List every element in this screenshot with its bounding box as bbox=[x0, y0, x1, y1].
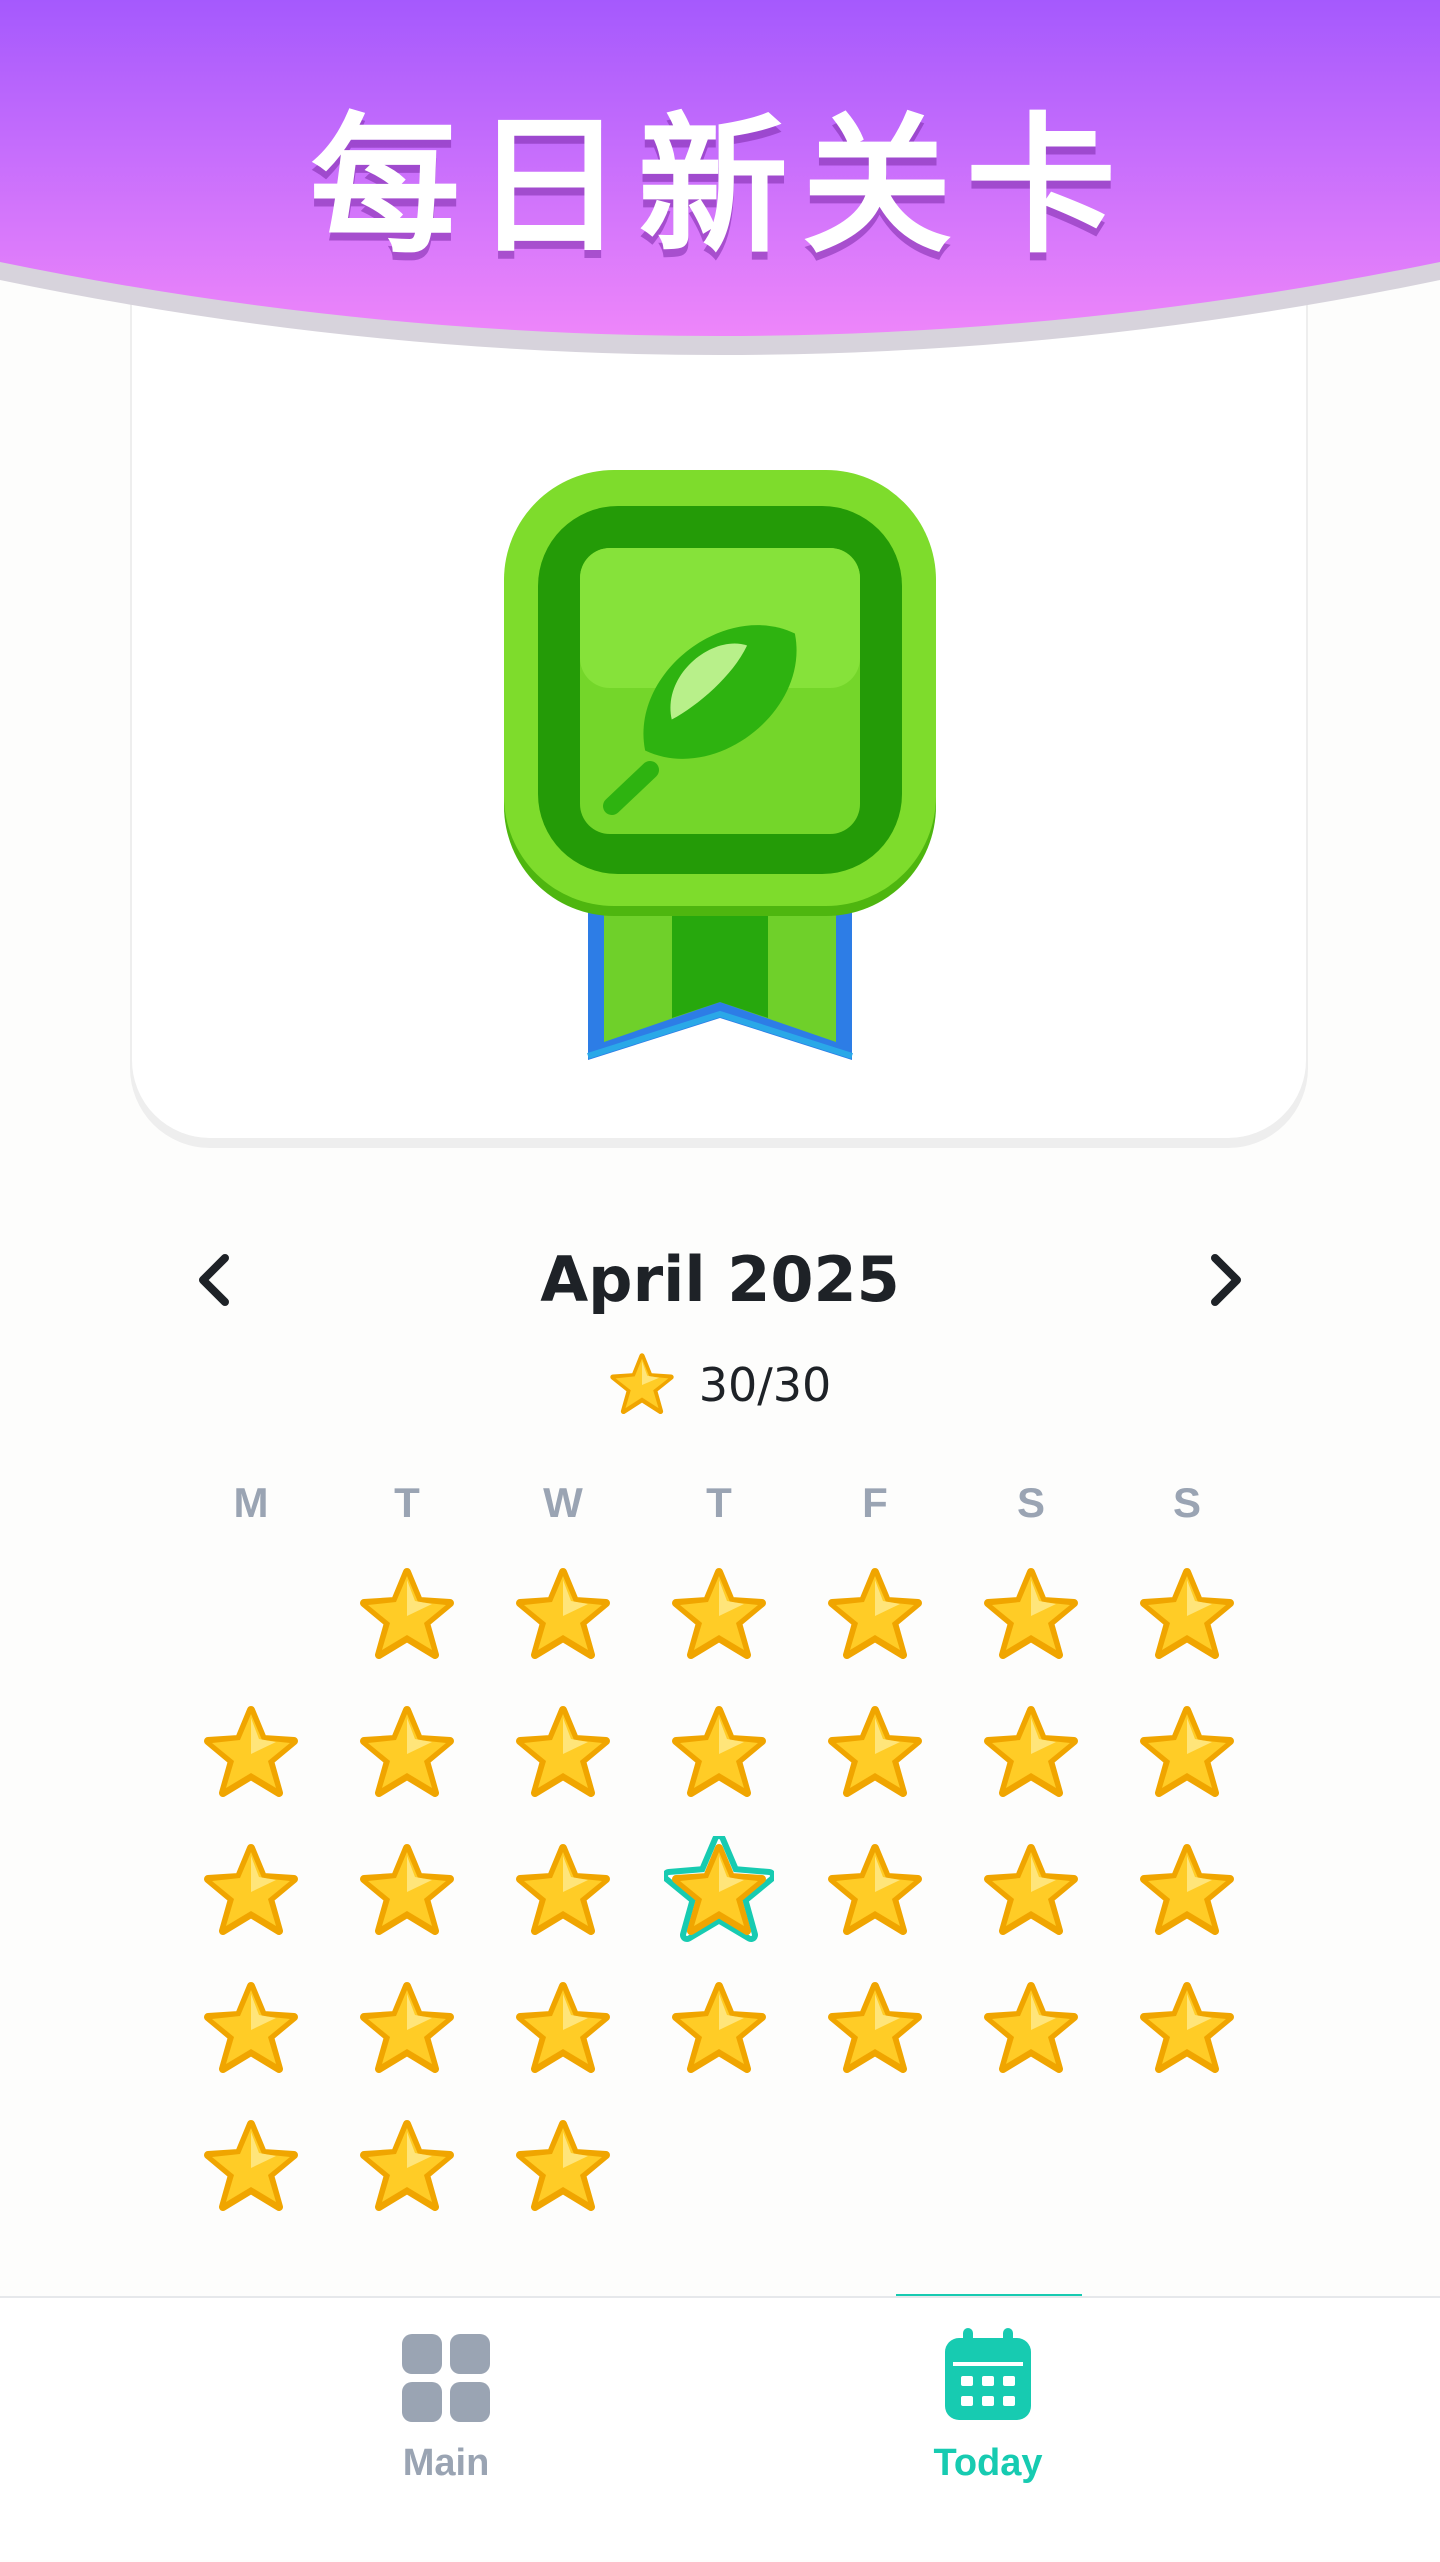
calendar-day[interactable] bbox=[352, 1560, 462, 1670]
star-icon bbox=[828, 1982, 922, 2073]
calendar-day[interactable] bbox=[508, 1836, 618, 1946]
calendar-day[interactable] bbox=[820, 1560, 930, 1670]
star-icon bbox=[360, 1568, 454, 1659]
header-banner: 每日新关卡 bbox=[0, 0, 1440, 420]
calendar-day[interactable] bbox=[352, 1698, 462, 1808]
star-icon bbox=[516, 1706, 610, 1797]
page-title: 每日新关卡 bbox=[309, 100, 1130, 274]
star-icon bbox=[204, 1706, 298, 1797]
bottom-navigation: Main Today bbox=[0, 2296, 1440, 2560]
calendar-day[interactable] bbox=[664, 1974, 774, 2084]
weekday-label: S bbox=[1016, 1479, 1045, 1526]
calendar-icon bbox=[945, 2328, 1031, 2420]
star-icon bbox=[204, 1982, 298, 2073]
star-icon bbox=[1140, 1706, 1234, 1797]
calendar-day[interactable] bbox=[508, 1974, 618, 2084]
calendar-day[interactable] bbox=[820, 1974, 930, 2084]
calendar-day[interactable] bbox=[976, 1698, 1086, 1808]
star-icon bbox=[360, 2120, 454, 2211]
calendar-day[interactable] bbox=[976, 1560, 1086, 1670]
star-icon bbox=[516, 1982, 610, 2073]
month-navigation: April 2025 bbox=[150, 1230, 1290, 1330]
calendar-day[interactable] bbox=[508, 1560, 618, 1670]
weekday-label: M bbox=[233, 1479, 269, 1526]
star-icon bbox=[984, 1568, 1078, 1659]
calendar-day[interactable] bbox=[508, 1698, 618, 1808]
star-icon bbox=[516, 2120, 610, 2211]
calendar-day[interactable] bbox=[352, 2112, 462, 2222]
calendar-day[interactable] bbox=[820, 1698, 930, 1808]
star-icon bbox=[1140, 1568, 1234, 1659]
leaf-medal-icon bbox=[500, 470, 940, 1070]
calendar-day[interactable] bbox=[196, 1698, 306, 1808]
tab-main[interactable]: Main bbox=[246, 2298, 646, 2562]
star-icon bbox=[828, 1706, 922, 1797]
calendar-day[interactable] bbox=[196, 1974, 306, 2084]
tab-today[interactable]: Today bbox=[788, 2298, 1188, 2562]
weekday-label: W bbox=[543, 1479, 583, 1526]
star-icon bbox=[516, 1844, 610, 1935]
calendar-day[interactable] bbox=[196, 2112, 306, 2222]
star-icon bbox=[1140, 1844, 1234, 1935]
calendar-day-today[interactable] bbox=[664, 1836, 774, 1946]
weekday-label: F bbox=[862, 1479, 888, 1526]
calendar-grid bbox=[0, 1560, 1440, 2220]
calendar-day[interactable] bbox=[976, 1974, 1086, 2084]
tab-today-label: Today bbox=[933, 2442, 1043, 2484]
calendar-day[interactable] bbox=[976, 1836, 1086, 1946]
weekday-label: T bbox=[394, 1479, 420, 1526]
calendar-day[interactable] bbox=[1132, 1974, 1242, 2084]
star-icon bbox=[360, 1706, 454, 1797]
star-icon bbox=[672, 1568, 766, 1659]
weekday-label: S bbox=[1172, 1479, 1201, 1526]
calendar-day[interactable] bbox=[508, 2112, 618, 2222]
star-icon bbox=[828, 1568, 922, 1659]
calendar-day[interactable] bbox=[352, 1836, 462, 1946]
calendar-day[interactable] bbox=[664, 1560, 774, 1670]
calendar-day[interactable] bbox=[1132, 1560, 1242, 1670]
calendar-day[interactable] bbox=[664, 1698, 774, 1808]
star-icon bbox=[828, 1844, 922, 1935]
star-icon bbox=[610, 1353, 674, 1415]
month-title: April 2025 bbox=[540, 1243, 900, 1316]
star-icon bbox=[984, 1982, 1078, 2073]
star-icon bbox=[204, 1844, 298, 1935]
star-icon bbox=[664, 1836, 774, 1942]
star-icon bbox=[516, 1568, 610, 1659]
chevron-right-icon bbox=[1211, 1254, 1241, 1306]
star-icon bbox=[672, 1982, 766, 2073]
tab-main-label: Main bbox=[402, 2442, 490, 2484]
progress-count: 30/30 bbox=[698, 1358, 832, 1412]
calendar-day[interactable] bbox=[352, 1974, 462, 2084]
star-icon bbox=[984, 1706, 1078, 1797]
grid-icon bbox=[402, 2334, 490, 2422]
calendar-day[interactable] bbox=[196, 1836, 306, 1946]
next-month-button[interactable] bbox=[1185, 1240, 1265, 1320]
star-icon bbox=[204, 2120, 298, 2211]
star-icon bbox=[672, 1706, 766, 1797]
star-icon bbox=[360, 1844, 454, 1935]
calendar-day[interactable] bbox=[820, 1836, 930, 1946]
weekday-header: M T W T F S S bbox=[0, 1468, 1440, 1538]
calendar-day[interactable] bbox=[1132, 1698, 1242, 1808]
progress-summary: 30/30 bbox=[0, 1345, 1440, 1425]
calendar-day[interactable] bbox=[1132, 1836, 1242, 1946]
star-icon bbox=[360, 1982, 454, 2073]
weekday-label: T bbox=[706, 1479, 732, 1526]
star-icon bbox=[984, 1844, 1078, 1935]
star-icon bbox=[1140, 1982, 1234, 2073]
